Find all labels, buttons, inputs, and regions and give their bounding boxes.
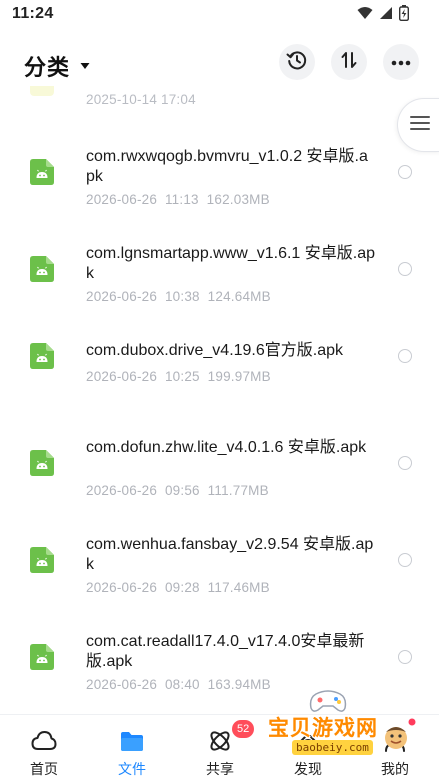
file-date: 2026-06-26 [86,369,158,384]
page-title: 分类 [24,55,71,80]
file-size: 199.97MB [207,369,271,384]
file-name: com.lgnsmartapp.www_v1.6.1 安卓版.apk [86,245,376,282]
menu-icon [409,114,431,137]
tab-label: 发现 [294,761,322,777]
share-icon [206,727,234,755]
file-list-item[interactable]: com.dubox.drive_v4.19.6官方版.apk 2026-06-26… [0,326,439,422]
wifi-icon [357,6,373,25]
file-size: 117.46MB [207,580,270,595]
file-date: 2026-06-26 [86,289,158,304]
apk-file-icon [30,86,54,96]
file-size: 111.77MB [207,483,269,498]
bottom-tab-bar: 首页 文件 52 共享 发现 我的 [0,714,439,780]
apk-file-icon [30,256,54,282]
file-list-item[interactable]: com.cat.readall17.4.0_v17.4.0安卓最新版.apk 20… [0,617,439,713]
file-name: com.cat.readall17.4.0_v17.4.0安卓最新版.apk [86,633,365,670]
file-time: 10:38 [164,289,200,304]
discover-icon [294,727,322,755]
folder-icon [118,727,146,755]
file-meta: 2026-06-26 09:56 111.77MB [86,483,269,498]
file-meta: 2026-06-26 08:40 163.94MB [86,677,271,692]
select-radio[interactable] [398,650,412,664]
cloud-icon [30,727,58,755]
file-list-item[interactable]: com.dofun.zhw.lite_v4.0.1.6 安卓版.apk 2026-… [0,423,439,519]
file-list-item[interactable]: com.wenhua.fansbay_v2.9.54 安卓版.apk 2026-0… [0,520,439,616]
file-name: com.dubox.drive_v4.19.6官方版.apk [86,342,344,359]
battery-icon [398,5,410,26]
file-list[interactable]: 2025-10-14 17:04 com.rwxwqogb.bvmvru_v1.… [0,86,439,714]
category-dropdown[interactable]: 分类 [24,50,90,82]
tab-mine[interactable]: 我的 [351,715,439,780]
select-radio[interactable] [398,553,412,567]
select-radio[interactable] [398,165,412,179]
file-time: 08:40 [164,677,200,692]
file-name: com.rwxwqogb.bvmvru_v1.0.2 安卓版.apk [86,148,368,185]
file-meta: 2026-06-26 10:38 124.64MB [86,289,271,304]
file-time: 09:56 [164,483,200,498]
file-time: 11:13 [164,192,199,207]
caret-down-icon [80,57,90,75]
file-meta: 2026-06-26 11:13 162.03MB [86,192,270,207]
apk-file-icon [30,159,54,185]
tab-label: 共享 [206,761,234,777]
signal-icon [379,6,393,25]
status-time: 11:24 [12,5,54,22]
file-meta: 2025-10-14 17:04 [86,92,196,107]
tab-discover[interactable]: 发现 [264,715,352,780]
history-icon [286,49,308,76]
select-radio[interactable] [398,456,412,470]
select-radio[interactable] [398,349,412,363]
file-size: 124.64MB [207,289,271,304]
tab-home[interactable]: 首页 [0,715,88,780]
user-icon [381,727,409,755]
file-date: 2026-06-26 [86,192,158,207]
file-size: 163.94MB [207,677,271,692]
status-bar: 11:24 [0,0,439,32]
tab-files[interactable]: 文件 [88,715,176,780]
file-name: com.dofun.zhw.lite_v4.0.1.6 安卓版.apk [86,439,367,456]
notification-badge: 52 [232,720,255,738]
file-time: 10:25 [164,369,200,384]
history-button[interactable] [279,44,315,80]
apk-file-icon [30,450,54,476]
header: 分类 [0,40,439,86]
apk-file-icon [30,547,54,573]
file-date: 2026-06-26 [86,580,158,595]
tab-label: 我的 [381,761,409,777]
more-icon [391,53,411,71]
list-item-partial[interactable]: 2025-10-14 17:04 [0,86,439,126]
file-size: 162.03MB [206,192,270,207]
file-name: com.wenhua.fansbay_v2.9.54 安卓版.apk [86,536,374,573]
apk-file-icon [30,343,54,369]
sort-icon [339,50,359,75]
file-list-item[interactable]: com.rwxwqogb.bvmvru_v1.0.2 安卓版.apk 2026-0… [0,132,439,228]
file-date: 2026-06-26 [86,483,158,498]
file-meta: 2026-06-26 10:25 199.97MB [86,369,271,384]
tab-label: 首页 [30,761,58,777]
tab-share[interactable]: 52 共享 [176,715,264,780]
file-time: 09:28 [164,580,200,595]
status-icons [357,5,410,26]
file-meta: 2026-06-26 09:28 117.46MB [86,580,270,595]
more-button[interactable] [383,44,419,80]
file-list-item[interactable]: com.lgnsmartapp.www_v1.6.1 安卓版.apk 2026-0… [0,229,439,325]
file-date: 2026-06-26 [86,677,158,692]
select-radio[interactable] [398,262,412,276]
tab-label: 文件 [118,761,146,777]
sort-button[interactable] [331,44,367,80]
apk-file-icon [30,644,54,670]
